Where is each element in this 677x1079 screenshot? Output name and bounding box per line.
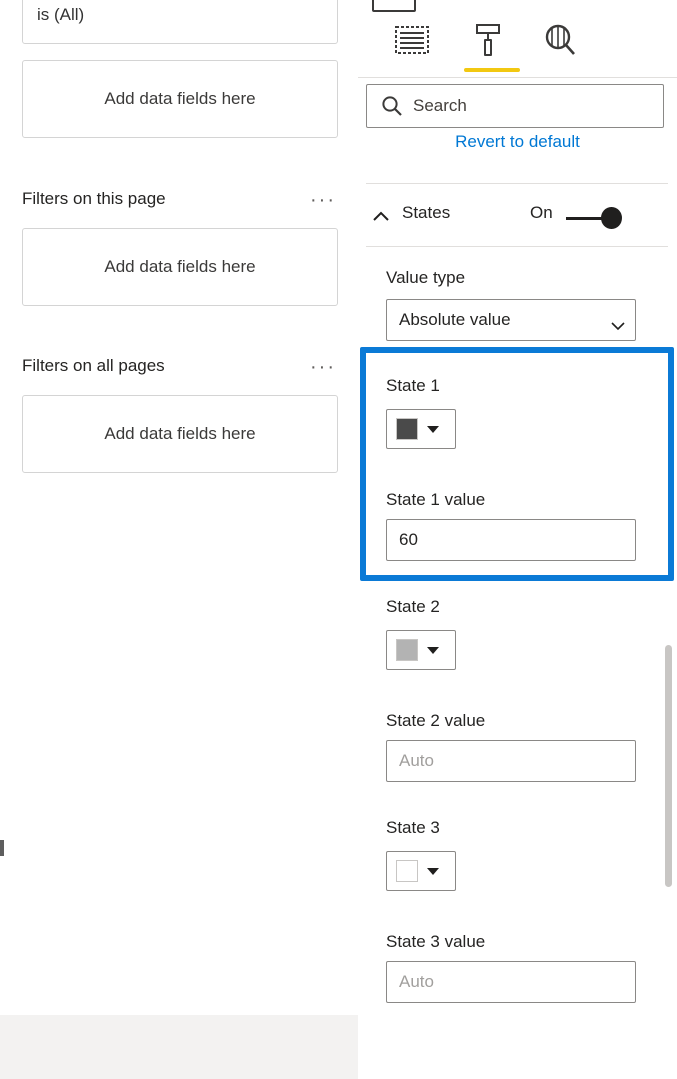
state-1-value-label: State 1 value (386, 490, 486, 509)
fields-icon[interactable] (386, 18, 438, 62)
filter-drop-zone-page-label: Add data fields here (104, 257, 256, 276)
partial-visual-type-icon (372, 0, 416, 12)
states-toggle-switch[interactable] (566, 206, 622, 230)
revert-to-default-link[interactable]: Revert to default (358, 132, 677, 154)
filter-card-target[interactable]: Target is (All) (22, 0, 338, 44)
states-section-header[interactable]: States On (358, 192, 677, 244)
state-2-color-chip (396, 639, 418, 661)
visualizations-format-pane: Search Revert to default States On Value… (358, 0, 677, 1079)
toggle-track (566, 216, 604, 220)
search-icon (381, 95, 403, 117)
canvas-edge-marker (0, 840, 4, 856)
search-input[interactable]: Search (366, 84, 664, 128)
filter-drop-zone-all-pages-label: Add data fields here (104, 424, 256, 443)
filters-on-all-pages-title: Filters on all pages (22, 356, 165, 375)
format-paint-roller-icon[interactable] (462, 18, 514, 62)
filters-pane: Target is (All) Add data fields here Fil… (0, 0, 358, 1079)
filter-drop-zone-page[interactable]: Add data fields here (22, 228, 338, 306)
state-3-color-chip (396, 860, 418, 882)
filters-on-this-page-more-button[interactable]: ··· (310, 190, 336, 210)
chevron-down-icon (427, 867, 439, 875)
state-2-label: State 2 (386, 597, 440, 616)
analytics-magnifier-icon[interactable] (534, 18, 586, 62)
filters-on-this-page-title: Filters on this page (22, 189, 166, 208)
state-1-color-chip (396, 418, 418, 440)
filters-pane-scroll-area: Target is (All) Add data fields here Fil… (0, 0, 358, 1015)
state-2-value-label: State 2 value (386, 711, 486, 730)
state-3-value-input[interactable]: Auto (386, 961, 636, 1003)
selected-tab-indicator (464, 68, 520, 72)
state-1-label: State 1 (386, 376, 440, 395)
section-divider-top (366, 183, 668, 184)
chevron-up-icon[interactable] (372, 208, 390, 226)
states-toggle-label: On (530, 203, 553, 222)
format-pane-scrollbar-track[interactable] (665, 140, 675, 1020)
state-2-value-input[interactable]: Auto (386, 740, 636, 782)
state-1-value-input[interactable]: 60 (386, 519, 636, 561)
value-type-label: Value type (386, 268, 466, 287)
section-divider-states (366, 246, 668, 247)
state-3-color-picker[interactable] (386, 851, 456, 891)
state-1-color-picker[interactable] (386, 409, 456, 449)
filters-pane-footer (0, 1015, 358, 1079)
filter-drop-zone-all-pages[interactable]: Add data fields here (22, 395, 338, 473)
value-type-dropdown[interactable]: Absolute value (386, 299, 636, 341)
states-section-title: States (402, 203, 451, 222)
state-3-value-label: State 3 value (386, 932, 486, 951)
state-3-label: State 3 (386, 818, 440, 837)
toggle-knob (601, 207, 622, 229)
chevron-down-icon (611, 316, 625, 331)
chevron-down-icon (427, 646, 439, 654)
app-root: Target is (All) Add data fields here Fil… (0, 0, 677, 1079)
state-2-color-picker[interactable] (386, 630, 456, 670)
format-pane-scrollbar-thumb[interactable] (665, 645, 672, 887)
filter-card-condition: is (All) (37, 5, 85, 24)
pane-tab-toolbar (358, 0, 677, 78)
filter-drop-zone-label: Add data fields here (104, 89, 256, 108)
chevron-down-icon (427, 425, 439, 433)
value-type-value: Absolute value (399, 310, 511, 329)
filters-on-all-pages-more-button[interactable]: ··· (310, 357, 336, 377)
search-placeholder-text: Search (413, 96, 467, 115)
filter-drop-zone-visual[interactable]: Add data fields here (22, 60, 338, 138)
